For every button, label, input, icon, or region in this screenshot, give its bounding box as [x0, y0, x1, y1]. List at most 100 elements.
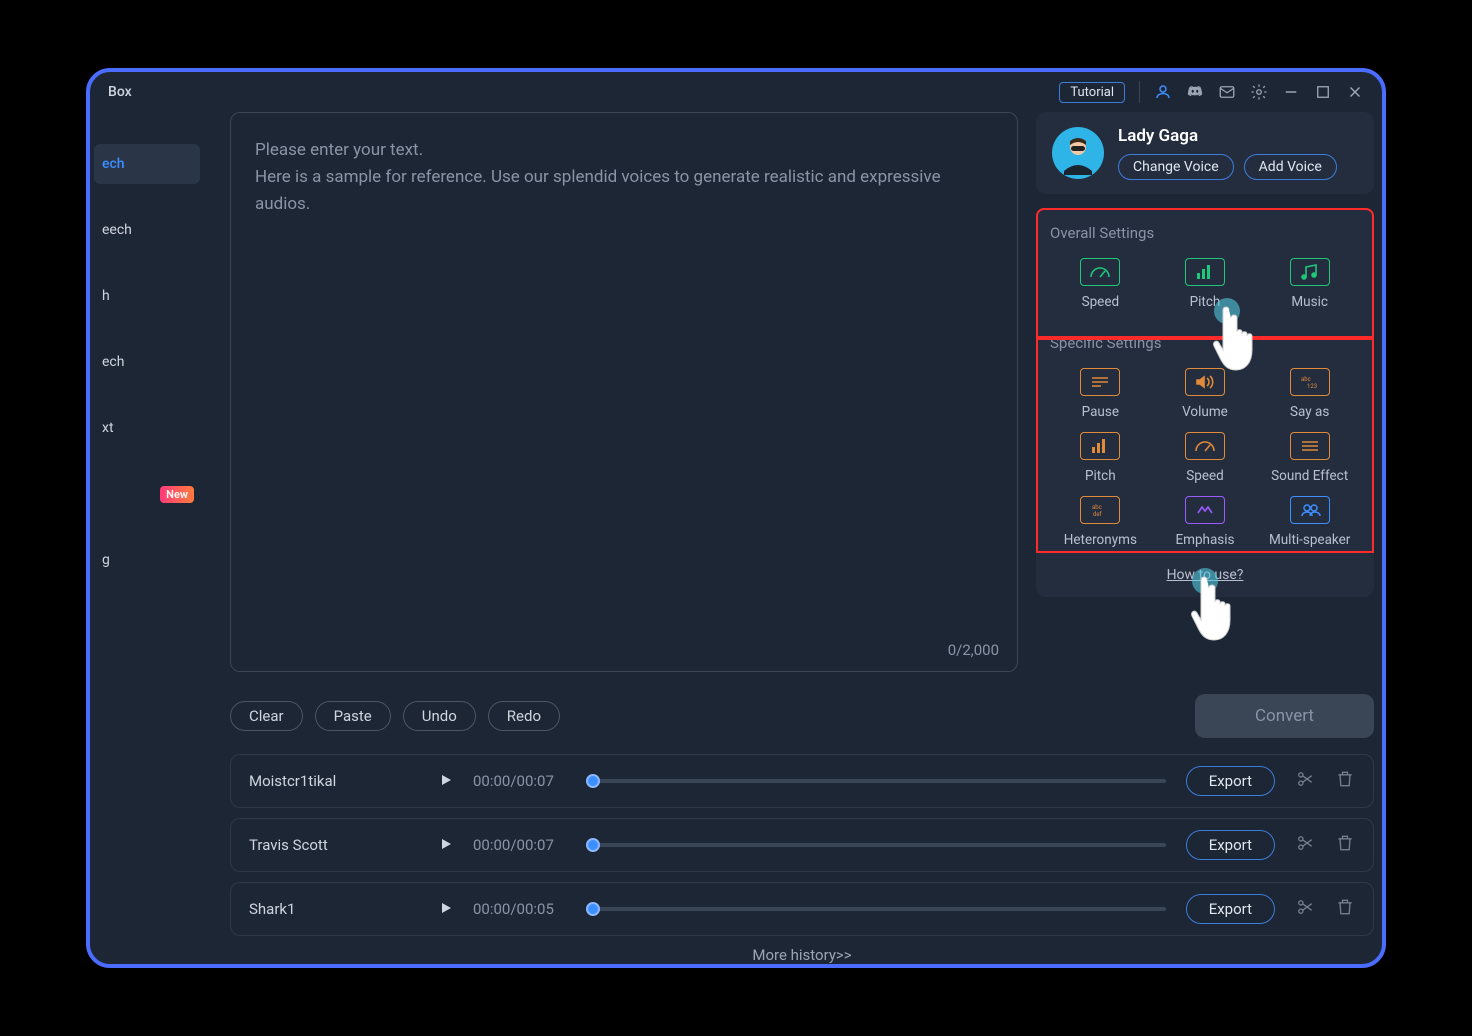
- close-icon[interactable]: [1346, 83, 1364, 101]
- setting-label: Pause: [1082, 404, 1119, 420]
- change-voice-button[interactable]: Change Voice: [1118, 154, 1234, 180]
- setting-speed2[interactable]: Speed: [1155, 430, 1256, 486]
- sidebar-item-3[interactable]: ech: [94, 342, 200, 382]
- setting-music[interactable]: Music: [1259, 256, 1360, 312]
- setting-label: Say as: [1290, 404, 1329, 420]
- sidebar-label: g: [102, 552, 110, 568]
- setting-pitch2[interactable]: Pitch: [1050, 430, 1151, 486]
- track-name: Travis Scott: [249, 836, 419, 854]
- cut-icon[interactable]: [1295, 897, 1315, 921]
- setting-label: Volume: [1182, 404, 1228, 420]
- setting-label: Multi-speaker: [1269, 532, 1350, 548]
- titlebar-controls: Tutorial: [1059, 81, 1364, 103]
- cut-icon[interactable]: [1295, 769, 1315, 793]
- how-to-use-link[interactable]: How to use?: [1167, 567, 1244, 583]
- char-count: 0/2,000: [948, 641, 999, 659]
- track-name: Shark1: [249, 900, 419, 918]
- sidebar: ech eech h ech xt New g: [90, 112, 200, 964]
- sidebar-label: ech: [102, 156, 125, 172]
- pitch-icon: [1185, 258, 1225, 286]
- export-button[interactable]: Export: [1186, 830, 1275, 860]
- progress-slider[interactable]: [593, 907, 1166, 911]
- sidebar-label: eech: [102, 222, 132, 238]
- music-icon: [1290, 258, 1330, 286]
- setting-heteronyms[interactable]: abcdefHeteronyms: [1050, 494, 1151, 550]
- divider: [1139, 81, 1140, 103]
- history-row: Moistcr1tikal 00:00/00:07 Export: [230, 754, 1374, 808]
- play-icon[interactable]: [439, 836, 453, 855]
- svg-text:abc: abc: [1092, 504, 1102, 511]
- progress-slider[interactable]: [593, 843, 1166, 847]
- app-title: Box: [108, 84, 132, 100]
- sidebar-item-0[interactable]: ech: [94, 144, 200, 184]
- user-icon[interactable]: [1154, 83, 1172, 101]
- main-area: Please enter your text. Here is a sample…: [200, 112, 1382, 964]
- sidebar-item-4[interactable]: xt: [94, 408, 200, 448]
- sidebar-label: h: [102, 288, 110, 304]
- sayas-icon: abc123: [1290, 368, 1330, 396]
- clear-button[interactable]: Clear: [230, 701, 303, 731]
- setting-volume[interactable]: Volume: [1155, 366, 1256, 422]
- progress-slider[interactable]: [593, 779, 1166, 783]
- placeholder-line: Please enter your text.: [255, 140, 423, 160]
- volume-icon: [1185, 368, 1225, 396]
- history-list: Moistcr1tikal 00:00/00:07 Export Travis …: [230, 754, 1374, 936]
- track-time: 00:00/00:07: [473, 772, 573, 790]
- right-column: Lady Gaga Change Voice Add Voice Overall…: [1036, 112, 1374, 672]
- setting-label: Pitch: [1190, 294, 1221, 310]
- maximize-icon[interactable]: [1314, 83, 1332, 101]
- track-name: Moistcr1tikal: [249, 772, 419, 790]
- speed-icon: [1185, 432, 1225, 460]
- add-voice-button[interactable]: Add Voice: [1244, 154, 1337, 180]
- trash-icon[interactable]: [1335, 769, 1355, 793]
- setting-pitch[interactable]: Pitch: [1155, 256, 1256, 312]
- sidebar-item-5[interactable]: New: [94, 474, 200, 514]
- setting-speed[interactable]: Speed: [1050, 256, 1151, 312]
- app-window: Box Tutorial ech eech h ech xt New g: [86, 68, 1386, 968]
- setting-soundeffect[interactable]: Sound Effect: [1259, 430, 1360, 486]
- history-row: Shark1 00:00/00:05 Export: [230, 882, 1374, 936]
- setting-label: Speed: [1082, 294, 1120, 310]
- setting-pause[interactable]: Pause: [1050, 366, 1151, 422]
- svg-text:123: 123: [1307, 383, 1317, 390]
- heteronyms-icon: abcdef: [1080, 496, 1120, 524]
- placeholder-text: Please enter your text. Here is a sample…: [255, 137, 993, 219]
- trash-icon[interactable]: [1335, 897, 1355, 921]
- gear-icon[interactable]: [1250, 83, 1268, 101]
- export-button[interactable]: Export: [1186, 894, 1275, 924]
- convert-button[interactable]: Convert: [1195, 694, 1374, 738]
- track-time: 00:00/00:05: [473, 900, 573, 918]
- multispeaker-icon: [1290, 496, 1330, 524]
- play-icon[interactable]: [439, 772, 453, 791]
- setting-sayas[interactable]: abc123 Say as: [1259, 366, 1360, 422]
- tutorial-button[interactable]: Tutorial: [1059, 82, 1125, 103]
- setting-label: Sound Effect: [1271, 468, 1348, 484]
- svg-text:def: def: [1093, 511, 1103, 518]
- overall-settings-title: Overall Settings: [1050, 224, 1360, 242]
- mail-icon[interactable]: [1218, 83, 1236, 101]
- cut-icon[interactable]: [1295, 833, 1315, 857]
- pause-icon: [1080, 368, 1120, 396]
- discord-icon[interactable]: [1186, 83, 1204, 101]
- avatar: [1052, 127, 1104, 179]
- action-row: Clear Paste Undo Redo Convert: [230, 694, 1374, 738]
- soundeffect-icon: [1290, 432, 1330, 460]
- paste-button[interactable]: Paste: [315, 701, 391, 731]
- text-editor[interactable]: Please enter your text. Here is a sample…: [230, 112, 1018, 672]
- more-history-link[interactable]: More history>>: [230, 946, 1374, 964]
- sidebar-item-6[interactable]: g: [94, 540, 200, 580]
- redo-button[interactable]: Redo: [488, 701, 560, 731]
- trash-icon[interactable]: [1335, 833, 1355, 857]
- play-icon[interactable]: [439, 900, 453, 919]
- export-button[interactable]: Export: [1186, 766, 1275, 796]
- setting-multispeaker[interactable]: Multi-speaker: [1259, 494, 1360, 550]
- setting-emphasis[interactable]: Emphasis: [1155, 494, 1256, 550]
- settings-panel: Overall Settings Speed Pitch: [1036, 208, 1374, 597]
- voice-name: Lady Gaga: [1118, 126, 1358, 146]
- minimize-icon[interactable]: [1282, 83, 1300, 101]
- sidebar-item-1[interactable]: eech: [94, 210, 200, 250]
- undo-button[interactable]: Undo: [403, 701, 476, 731]
- new-badge: New: [160, 486, 194, 503]
- svg-text:abc: abc: [1301, 376, 1311, 383]
- sidebar-item-2[interactable]: h: [94, 276, 200, 316]
